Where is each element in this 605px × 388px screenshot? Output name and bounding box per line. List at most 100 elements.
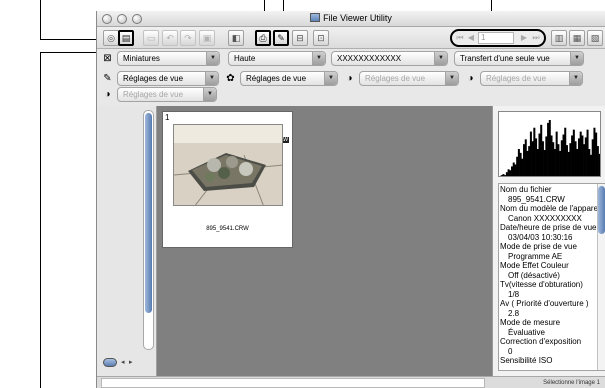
chevron-down-icon: ▼: [434, 52, 447, 65]
scrollbar-thumb[interactable]: [145, 113, 152, 313]
delete-button[interactable]: ⊡: [313, 30, 329, 46]
scrollbar-thumb[interactable]: [598, 186, 605, 234]
histogram-bar: [543, 149, 546, 176]
layout-grid-button[interactable]: ▦: [569, 30, 585, 46]
view-settings-select-4[interactable]: Réglages de vue ▼: [480, 71, 583, 86]
zoom-slider[interactable]: [103, 358, 117, 367]
selection-status: Sélectionne l'image 1: [543, 380, 600, 386]
view-settings-value: Réglages de vue: [365, 74, 426, 83]
histogram-bar: [589, 154, 592, 176]
thumbnail-card[interactable]: 1 RAW 895_9541.CRW: [162, 111, 293, 248]
name-field-select[interactable]: XXXXXXXXXXXX ▼: [331, 51, 448, 66]
info-label: Nom du fichier: [500, 185, 552, 194]
histogram-bar: [523, 144, 526, 176]
histogram-bar: [600, 159, 601, 177]
chevron-down-icon: ▼: [570, 52, 583, 65]
last-page-button[interactable]: ⏭: [530, 32, 542, 44]
info-value: 1/8: [508, 289, 520, 299]
next-page-button[interactable]: ▶: [518, 32, 530, 44]
palette-icon[interactable]: ✿: [224, 72, 237, 85]
histogram-bar: [512, 162, 515, 176]
quality-select[interactable]: Haute ▼: [228, 51, 326, 66]
info-value: Off (désactivé): [508, 270, 560, 280]
chevron-down-icon: ▼: [205, 72, 218, 85]
info-value: Évaluative: [508, 327, 545, 337]
info-label: Mode de prise de vue: [500, 242, 577, 251]
callout-line: [40, 0, 41, 40]
name-field-value: XXXXXXXXXXXX: [337, 54, 402, 63]
view-settings-select-1[interactable]: Réglages de vue ▼: [117, 71, 219, 86]
histogram-bar: [502, 174, 505, 176]
copy-image-button[interactable]: ▭: [143, 30, 159, 46]
chevron-down-icon: ▼: [324, 72, 337, 85]
histogram-bar: [596, 146, 599, 176]
open-in-editor-button[interactable]: ◧: [228, 30, 244, 46]
layout-detail-button[interactable]: ▧: [587, 30, 603, 46]
histogram-bar: [540, 124, 543, 176]
view-settings-icon: ⊠: [103, 53, 112, 64]
pencil-icon[interactable]: ✎: [101, 72, 114, 85]
chevron-down-icon: ▼: [569, 72, 582, 85]
view-mode-select[interactable]: Miniatures ▼: [117, 51, 220, 66]
thumbnail-vertical-scrollbar[interactable]: [143, 110, 154, 350]
tag-button[interactable]: ⊟: [292, 30, 308, 46]
browse-folder-button[interactable]: ◎: [103, 30, 119, 46]
histogram-bar: [504, 175, 507, 176]
transfer-mode-select[interactable]: Transfert d'une seule vue ▼: [454, 51, 584, 66]
histogram-bar: [555, 131, 558, 176]
info-value: Programme AE: [508, 251, 563, 261]
histogram-bar: [538, 133, 541, 176]
thumbnail-view-button[interactable]: ▤: [118, 30, 134, 46]
window-titlebar: File Viewer Utility: [97, 11, 605, 27]
view-settings-select-5[interactable]: Réglages de vue ▼: [117, 87, 217, 102]
histogram-bar: [529, 131, 532, 176]
histogram-bar: [528, 146, 531, 176]
thumbnail-size-strip: ◂ ▸: [97, 106, 157, 376]
info-label: Sensibilité ISO: [500, 356, 553, 365]
info-value: Canon XXXXXXXXX: [508, 213, 582, 223]
planter-photo: [174, 125, 282, 205]
histogram-bar: [591, 139, 594, 176]
shooting-info-list: Nom du fichier 895_9541.CRW Nom du modèle …: [498, 183, 605, 371]
app-icon: [310, 13, 321, 22]
main-toolbar: ◎ ▤ ▭ ↶ ↷ ▣ ◧ ⎙ ✎ ⊟ ⊡ ⏮ ◀ 1 ▶ ⏭ ▥ ▦ ▧: [97, 27, 605, 49]
print-button[interactable]: ⎙: [255, 30, 271, 46]
histogram-bar: [545, 136, 548, 176]
histogram-bar: [535, 138, 538, 176]
info-label: Mode Effet Couleur: [500, 261, 569, 270]
page-number-field[interactable]: 1: [478, 32, 514, 44]
rotate-left-button[interactable]: ↶: [162, 30, 178, 46]
histogram-bar: [560, 140, 563, 176]
info-vertical-scrollbar[interactable]: [597, 184, 605, 370]
layout-single-button[interactable]: ▥: [551, 30, 567, 46]
status-message-field: [101, 378, 485, 388]
transfer-button[interactable]: ✎: [273, 30, 289, 46]
histogram-bar: [553, 149, 556, 176]
histogram-bar: [517, 149, 520, 176]
rotate-right-button[interactable]: ↷: [180, 30, 196, 46]
window-title: File Viewer Utility: [97, 13, 605, 23]
view-settings-select-2[interactable]: Réglages de vue ▼: [240, 71, 338, 86]
scroll-right-icon[interactable]: ▸: [129, 358, 133, 366]
status-bar: Sélectionne l'image 1: [97, 376, 605, 388]
scroll-left-icon[interactable]: ◂: [121, 358, 125, 366]
info-value: 0: [508, 346, 513, 356]
previous-page-button[interactable]: ◀: [465, 32, 477, 44]
info-panel: Nom du fichier 895_9541.CRW Nom du modèle …: [492, 106, 605, 376]
histogram-bar: [574, 141, 577, 176]
view-settings-value: Réglages de vue: [246, 74, 307, 83]
window-title-text: File Viewer Utility: [323, 13, 392, 23]
slideshow-button[interactable]: ▣: [199, 30, 215, 46]
thumbnail-image: [173, 124, 283, 206]
contrast-icon: ◑: [104, 89, 111, 100]
chevron-down-icon: ▼: [203, 88, 216, 101]
histogram-bar: [524, 139, 527, 176]
histogram-bar: [565, 145, 568, 176]
histogram-bar: [576, 149, 579, 176]
contrast-icon: ◑: [346, 73, 353, 84]
histogram-bar: [514, 164, 517, 176]
file-viewer-window: File Viewer Utility ◎ ▤ ▭ ↶ ↷ ▣ ◧ ⎙ ✎ ⊟ …: [96, 11, 605, 388]
contrast-icon: ◑: [467, 73, 474, 84]
view-settings-select-3[interactable]: Réglages de vue ▼: [359, 71, 459, 86]
chevron-down-icon: ▼: [312, 52, 325, 65]
